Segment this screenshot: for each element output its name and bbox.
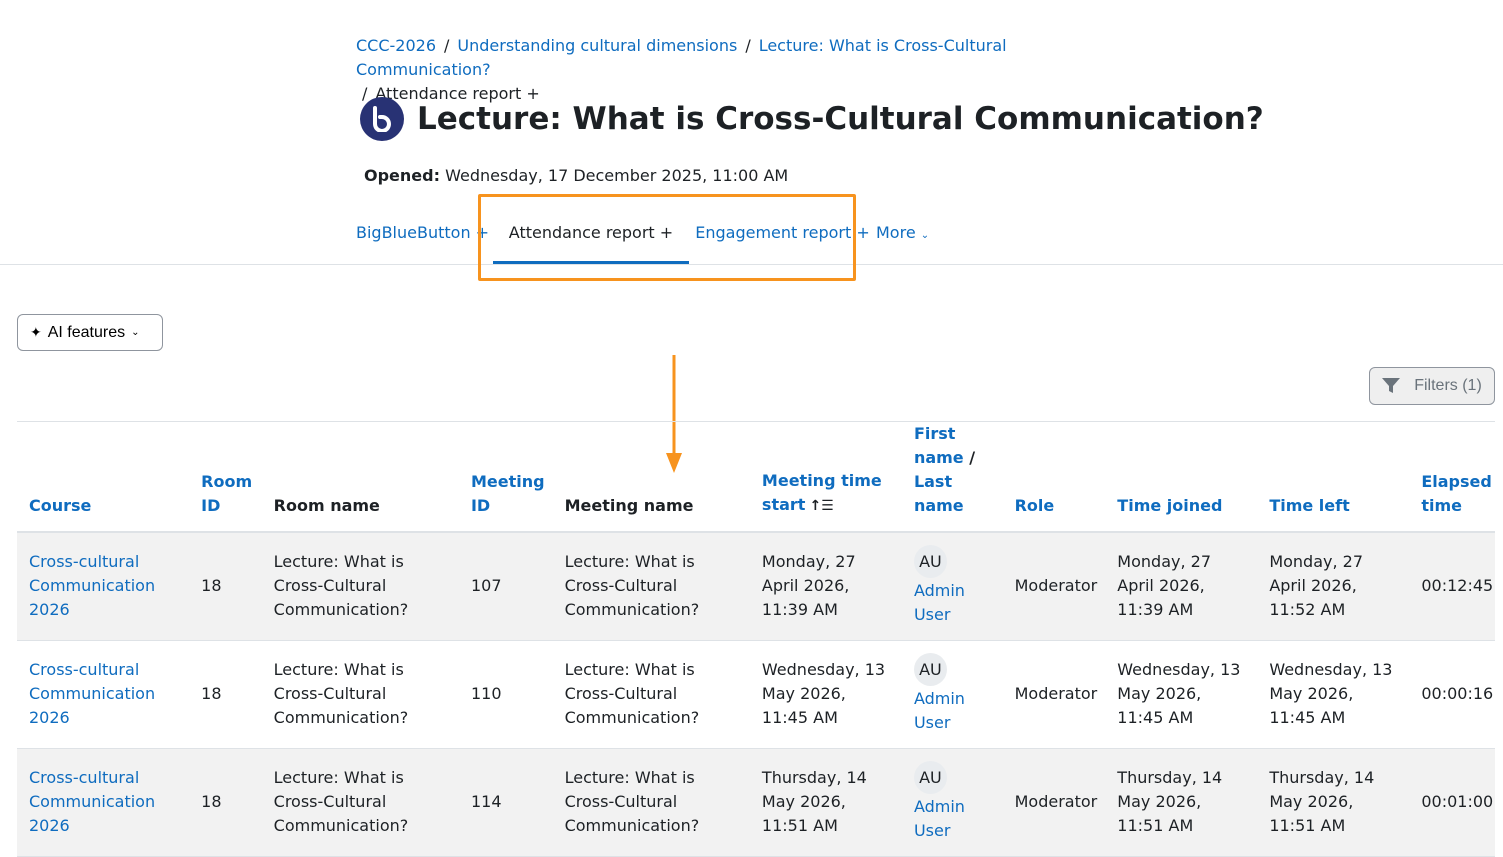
user-link[interactable]: Admin User	[914, 797, 965, 840]
column-header-meeting-time-start[interactable]: Meeting time start ↑☰	[749, 422, 902, 533]
page-header: Lecture: What is Cross-Cultural Communic…	[360, 97, 1264, 141]
highlight-annotation-box	[478, 194, 856, 281]
column-header-room-id[interactable]: Room ID	[189, 422, 262, 533]
filters-label: Filters (1)	[1414, 377, 1482, 394]
column-header-course[interactable]: Course	[17, 422, 190, 533]
time-left-cell: Monday, 27 April 2026, 11:52 AM	[1257, 532, 1410, 641]
time-joined-cell: Thursday, 14 May 2026, 11:51 AM	[1105, 748, 1258, 857]
breadcrumb-section[interactable]: Understanding cultural dimensions	[457, 36, 737, 55]
page-title: Lecture: What is Cross-Cultural Communic…	[417, 101, 1264, 137]
column-header-meeting-name: Meeting name	[552, 422, 750, 533]
meeting-time-start-cell: Wednesday, 13 May 2026, 11:45 AM	[749, 640, 902, 749]
elapsed-time-cell: 00:01:00	[1409, 748, 1495, 857]
ai-features-button[interactable]: ✦ AI features ⌄	[17, 314, 163, 351]
user-link[interactable]: Admin User	[914, 689, 965, 732]
role-cell: Moderator	[1002, 532, 1106, 641]
opened-label: Opened:	[364, 166, 440, 185]
course-link[interactable]: Cross-cultural Communication 2026	[29, 552, 155, 619]
user-link[interactable]: Admin User	[914, 581, 965, 624]
course-link[interactable]: Cross-cultural Communication 2026	[29, 768, 155, 835]
meeting-name-cell: Lecture: What is Cross-Cultural Communic…	[552, 532, 750, 641]
room-name-cell: Lecture: What is Cross-Cultural Communic…	[261, 640, 459, 749]
bigbluebutton-icon	[360, 97, 404, 141]
breadcrumb-separator: /	[745, 36, 751, 55]
table-header-row: Course Room ID Room name Meeting ID Meet…	[17, 422, 1495, 533]
column-header-name: First name / Last name	[901, 422, 1003, 533]
sort-ascending-icon: ↑☰	[809, 498, 834, 514]
column-header-elapsed-time[interactable]: Elapsed time	[1409, 422, 1495, 533]
user-cell: AU Admin User	[901, 640, 1003, 749]
role-cell: Moderator	[1002, 748, 1106, 857]
sparkle-icon: ✦	[30, 324, 42, 340]
room-name-cell: Lecture: What is Cross-Cultural Communic…	[261, 532, 459, 641]
filter-icon	[1382, 378, 1401, 393]
sort-last-name[interactable]: Last name	[914, 472, 964, 515]
role-cell: Moderator	[1002, 640, 1106, 749]
column-header-room-name: Room name	[261, 422, 459, 533]
filters-button[interactable]: Filters (1)	[1369, 367, 1495, 405]
time-left-cell: Thursday, 14 May 2026, 11:51 AM	[1257, 748, 1410, 857]
chevron-down-icon: ⌄	[920, 230, 930, 241]
table-row: Cross-cultural Communication 2026 18 Lec…	[17, 748, 1495, 857]
course-link[interactable]: Cross-cultural Communication 2026	[29, 660, 155, 727]
attendance-table: Course Room ID Room name Meeting ID Meet…	[17, 422, 1495, 857]
column-header-time-joined[interactable]: Time joined	[1105, 422, 1258, 533]
avatar: AU	[913, 545, 947, 579]
sort-first-name[interactable]: First name	[914, 424, 964, 467]
avatar: AU	[913, 761, 947, 794]
meeting-id-cell: 110	[458, 640, 553, 749]
meeting-name-cell: Lecture: What is Cross-Cultural Communic…	[552, 640, 750, 749]
column-header-meeting-id[interactable]: Meeting ID	[458, 422, 553, 533]
room-name-cell: Lecture: What is Cross-Cultural Communic…	[261, 748, 459, 857]
table-row: Cross-cultural Communication 2026 18 Lec…	[17, 532, 1495, 641]
table-row: Cross-cultural Communication 2026 18 Lec…	[17, 640, 1495, 749]
time-joined-cell: Monday, 27 April 2026, 11:39 AM	[1105, 532, 1258, 641]
time-left-cell: Wednesday, 13 May 2026, 11:45 AM	[1257, 640, 1410, 749]
breadcrumb: CCC-2026 / Understanding cultural dimensio…	[356, 34, 1116, 106]
breadcrumb-separator: /	[444, 36, 450, 55]
meeting-name-cell: Lecture: What is Cross-Cultural Communic…	[552, 748, 750, 857]
tab-bigbluebutton[interactable]: BigBlueButton +	[356, 213, 493, 264]
column-header-time-left[interactable]: Time left	[1257, 422, 1410, 533]
opened-date: Opened: Wednesday, 17 December 2025, 11:…	[364, 166, 788, 185]
ai-features-label: AI features	[47, 323, 126, 341]
breadcrumb-course[interactable]: CCC-2026	[356, 36, 436, 55]
meeting-id-cell: 107	[458, 532, 553, 641]
avatar: AU	[913, 653, 947, 686]
time-joined-cell: Wednesday, 13 May 2026, 11:45 AM	[1105, 640, 1258, 749]
meeting-time-start-cell: Monday, 27 April 2026, 11:39 AM	[749, 532, 902, 641]
user-cell: AU Admin User	[901, 532, 1003, 641]
tab-more[interactable]: More ⌄	[876, 213, 956, 264]
elapsed-time-cell: 00:00:16	[1409, 640, 1495, 749]
elapsed-time-cell: 00:12:45	[1409, 532, 1495, 641]
meeting-time-start-cell: Thursday, 14 May 2026, 11:51 AM	[749, 748, 902, 857]
chevron-down-icon: ⌄	[131, 327, 140, 338]
opened-value: Wednesday, 17 December 2025, 11:00 AM	[445, 166, 789, 185]
user-cell: AU Admin User	[901, 748, 1003, 857]
room-id-cell: 18	[189, 532, 262, 641]
column-header-role[interactable]: Role	[1002, 422, 1106, 533]
room-id-cell: 18	[189, 748, 262, 857]
meeting-id-cell: 114	[458, 748, 553, 857]
tab-more-label: More	[876, 223, 916, 242]
room-id-cell: 18	[189, 640, 262, 749]
